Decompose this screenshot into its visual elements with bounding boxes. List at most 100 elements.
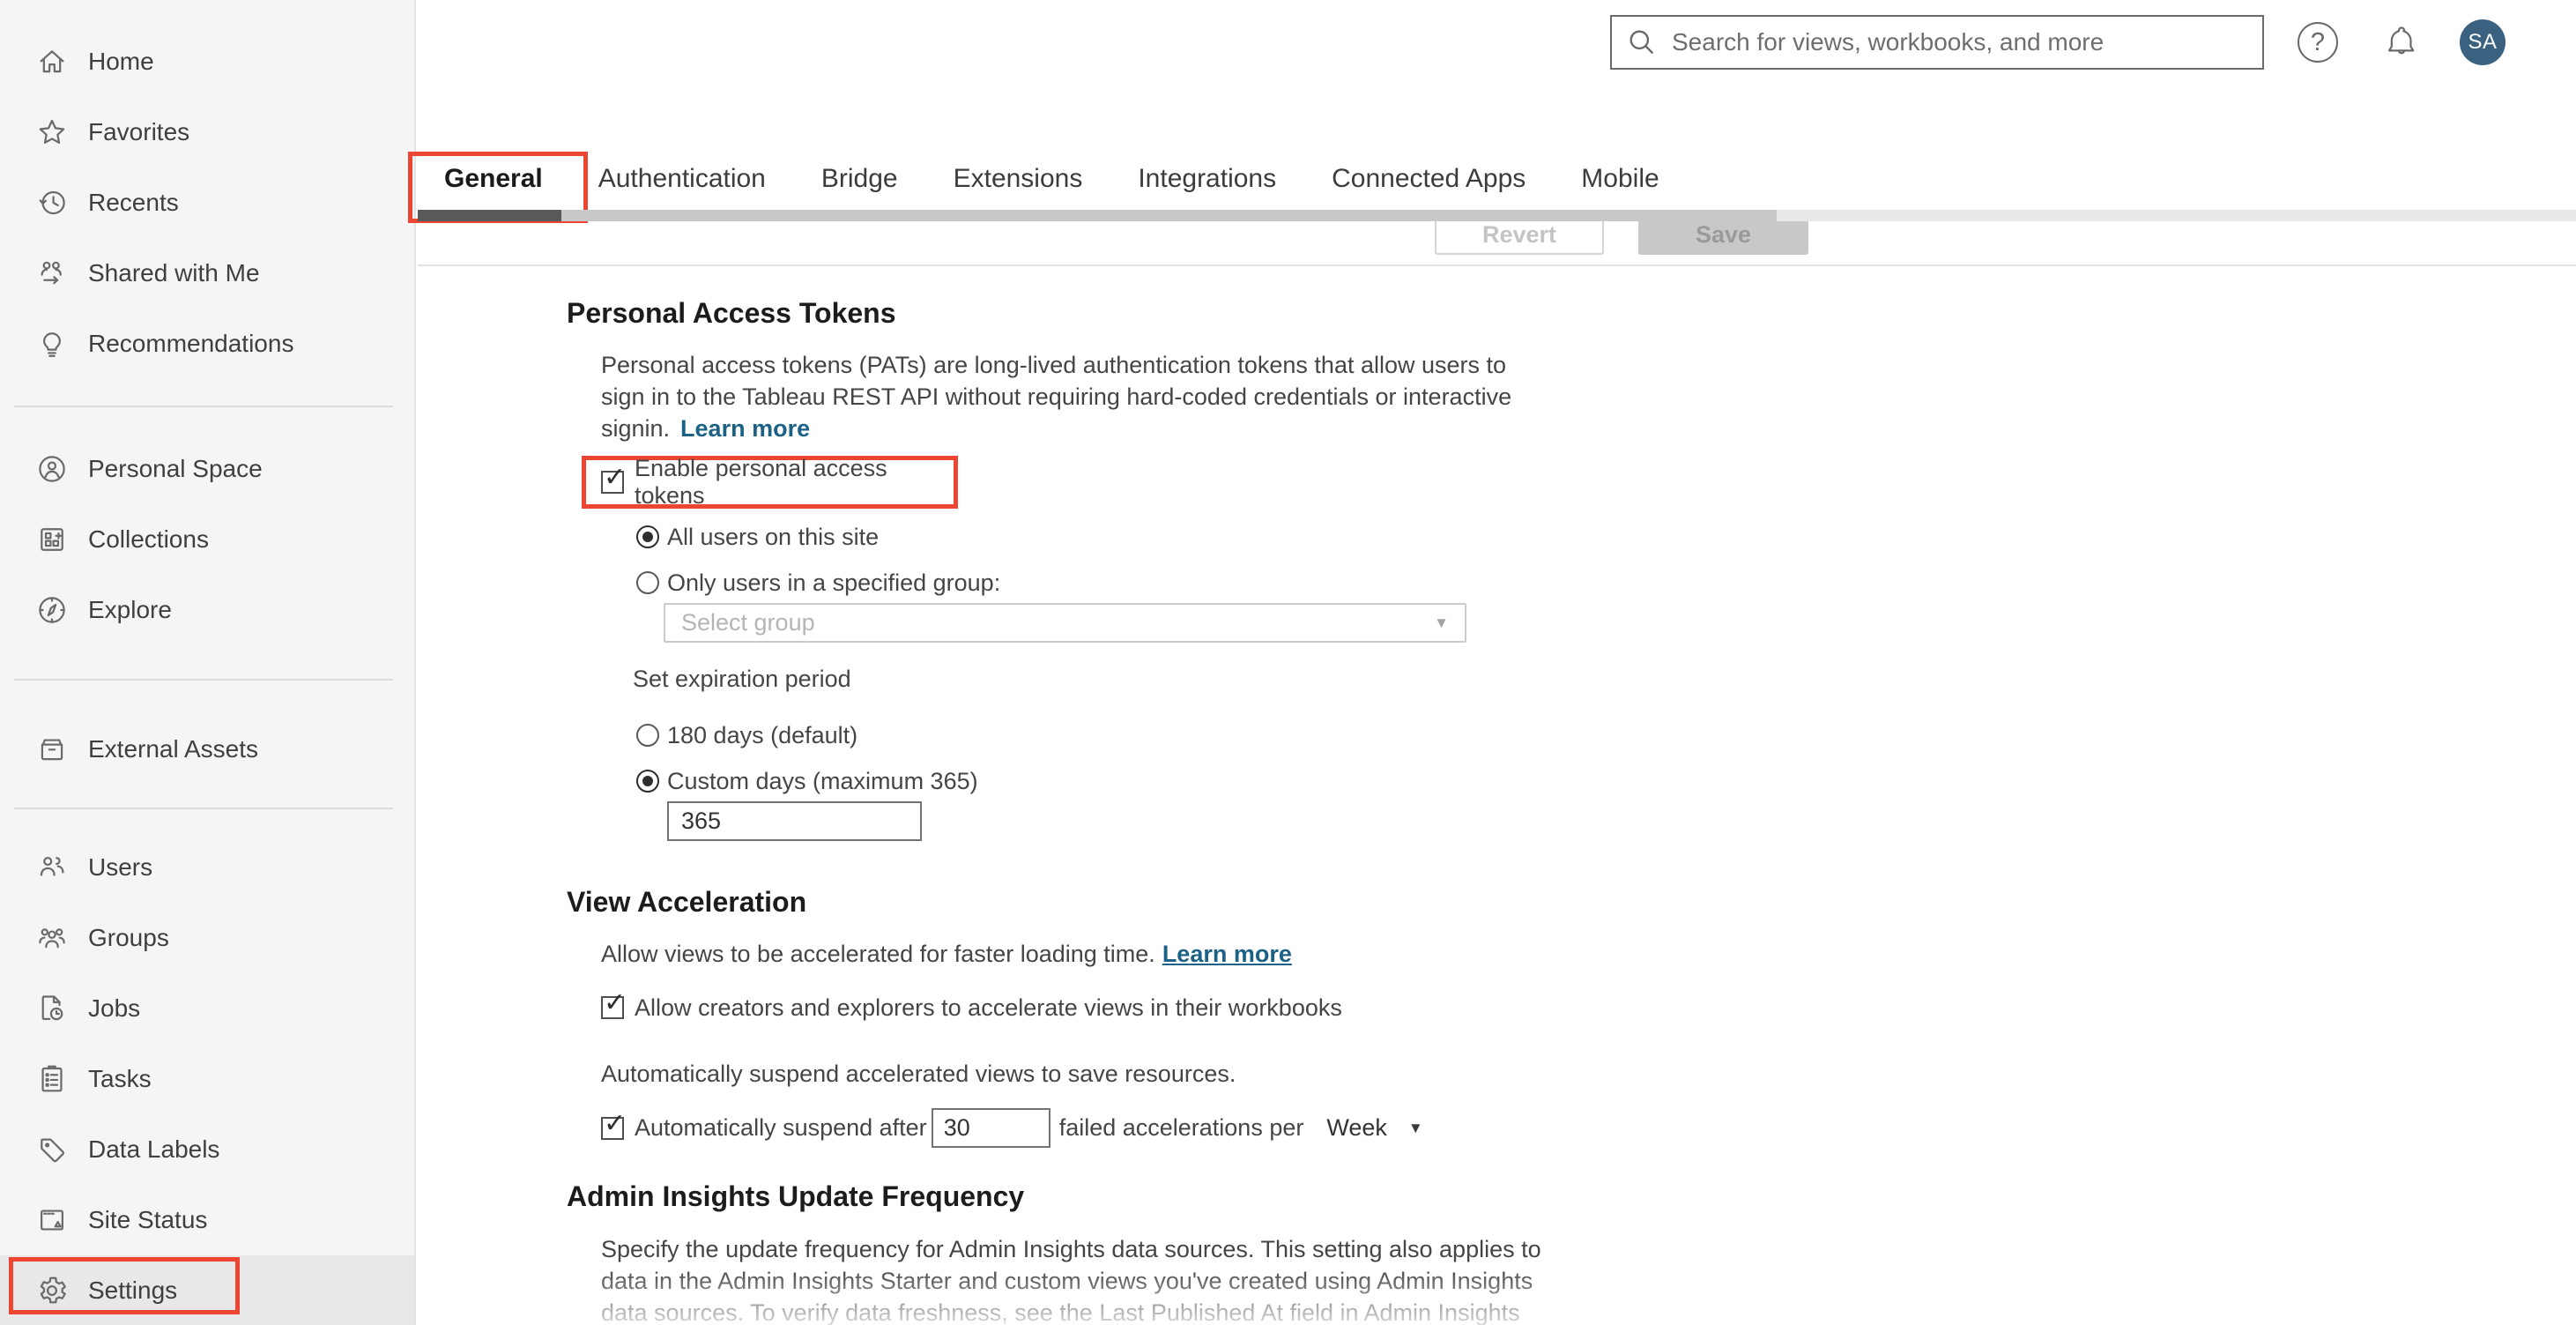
sidebar-item-collections[interactable]: Collections xyxy=(0,504,414,575)
suspend-note: Automatically suspend accelerated views … xyxy=(601,1061,1236,1087)
custom-days-input[interactable] xyxy=(667,801,922,841)
sidebar-divider xyxy=(14,679,393,681)
sidebar-item-recents[interactable]: Recents xyxy=(0,167,414,238)
notifications-button[interactable] xyxy=(2382,23,2421,62)
custom-days-input-wrap xyxy=(667,801,2576,841)
sidebar-item-label: Site Status xyxy=(88,1206,208,1233)
days-180-radio-row: 180 days (default) xyxy=(636,718,2576,753)
custom-days-label: Custom days (maximum 365) xyxy=(667,767,978,794)
sidebar-item-label: Groups xyxy=(88,924,169,951)
tableau-settings-page: Home Favorites Recents Shared with Me Re… xyxy=(0,0,2576,1325)
sidebar-item-home[interactable]: Home xyxy=(0,26,414,97)
auto-suspend-row: ✓ Automatically suspend after failed acc… xyxy=(601,1108,2576,1148)
sidebar-item-label: External Assets xyxy=(88,735,258,763)
expiration-period-label: Set expiration period xyxy=(633,666,851,692)
gear-icon xyxy=(40,1277,66,1304)
tab-integrations[interactable]: Integrations xyxy=(1138,150,1276,208)
sidebar-item-label: Recommendations xyxy=(88,330,294,357)
archive-box-icon xyxy=(41,739,63,761)
sidebar-item-label: Recents xyxy=(88,189,179,216)
help-button[interactable]: ? xyxy=(2298,22,2338,63)
sidebar-item-label: Explore xyxy=(88,596,172,623)
specified-group-radio[interactable] xyxy=(636,571,659,594)
document-clock-icon xyxy=(41,995,63,1021)
suspend-count-input[interactable] xyxy=(931,1108,1050,1148)
all-users-radio-row: All users on this site xyxy=(636,519,2576,555)
sidebar-item-label: Personal Space xyxy=(88,455,263,482)
avatar[interactable]: SA xyxy=(2460,19,2505,65)
tab-general[interactable]: General xyxy=(408,150,588,223)
days-180-radio[interactable] xyxy=(636,724,659,747)
tab-authentication[interactable]: Authentication xyxy=(598,150,766,208)
sidebar-item-favorites[interactable]: Favorites xyxy=(0,97,414,167)
sidebar-item-tasks[interactable]: Tasks xyxy=(0,1044,414,1114)
sidebar-item-groups[interactable]: Groups xyxy=(0,903,414,973)
bell-icon xyxy=(2387,26,2415,55)
select-group-placeholder: Select group xyxy=(681,609,815,636)
site-status-window-icon xyxy=(41,1210,63,1231)
admin-insights-section-title: Admin Insights Update Frequency xyxy=(567,1180,1025,1212)
tab-mobile[interactable]: Mobile xyxy=(1581,150,1659,208)
users-icon xyxy=(40,856,64,876)
chevron-down-icon: ▼ xyxy=(1407,1119,1423,1136)
sidebar-item-recommendations[interactable]: Recommendations xyxy=(0,309,414,379)
sidebar-item-site-status[interactable]: Site Status xyxy=(0,1185,414,1255)
auto-suspend-suffix: failed accelerations per xyxy=(1058,1114,1304,1141)
enable-pat-checkbox[interactable]: ✓ xyxy=(601,465,626,494)
sidebar-item-label: Settings xyxy=(88,1277,178,1304)
content-divider xyxy=(418,264,2576,266)
clipboard-list-icon xyxy=(41,1065,63,1092)
select-group-dropdown[interactable]: Select group ▼ xyxy=(664,603,1466,643)
avatar-initials: SA xyxy=(2468,30,2498,54)
shared-people-icon xyxy=(41,261,62,285)
enable-pat-label: Enable personal access tokens xyxy=(635,455,887,509)
tab-scrollbar-thumb[interactable] xyxy=(561,210,1777,221)
sidebar-item-settings[interactable]: Settings xyxy=(0,1255,414,1325)
custom-days-radio[interactable] xyxy=(636,770,659,793)
all-users-label: All users on this site xyxy=(667,523,880,550)
question-mark-icon: ? xyxy=(2310,27,2326,56)
view-accel-intro: Allow views to be accelerated for faster… xyxy=(601,941,1292,967)
sidebar-item-label: Favorites xyxy=(88,118,190,145)
sidebar-divider xyxy=(14,406,393,407)
auto-suspend-checkbox[interactable]: ✓ xyxy=(601,1110,626,1140)
pat-learn-more-link[interactable]: Learn more xyxy=(680,415,810,442)
sidebar-item-label: Jobs xyxy=(88,994,141,1022)
settings-tabs: General Authentication Bridge Extensions… xyxy=(408,150,2576,223)
custom-days-radio-row: Custom days (maximum 365) xyxy=(636,763,2576,799)
search-input[interactable] xyxy=(1670,27,2262,57)
checkmark-icon: ✓ xyxy=(604,463,627,492)
view-accel-section-title: View Acceleration xyxy=(567,886,807,918)
tab-extensions[interactable]: Extensions xyxy=(954,150,1083,208)
sidebar-item-jobs[interactable]: Jobs xyxy=(0,973,414,1044)
tab-connected-apps[interactable]: Connected Apps xyxy=(1332,150,1526,208)
sidebar-item-users[interactable]: Users xyxy=(0,832,414,903)
search-icon xyxy=(1629,30,1653,54)
compass-icon xyxy=(39,597,65,623)
period-value: Week xyxy=(1326,1114,1387,1141)
settings-content: Personal Access Tokens Personal access t… xyxy=(418,298,2576,1325)
pat-section-title: Personal Access Tokens xyxy=(567,297,896,329)
tab-scrollbar-track xyxy=(418,210,2576,221)
period-dropdown[interactable]: Week ▼ xyxy=(1326,1114,1422,1142)
star-icon xyxy=(39,119,65,144)
sidebar-item-external-assets[interactable]: External Assets xyxy=(0,714,414,785)
tab-bridge[interactable]: Bridge xyxy=(821,150,898,208)
groups-icon xyxy=(39,928,65,949)
all-users-radio[interactable] xyxy=(636,525,659,548)
sidebar-item-data-labels[interactable]: Data Labels xyxy=(0,1114,414,1185)
sidebar-item-label: Tasks xyxy=(88,1065,152,1092)
checkmark-icon: ✓ xyxy=(604,988,627,1017)
top-bar: ? SA xyxy=(418,0,2576,85)
sidebar-item-label: Collections xyxy=(88,525,209,553)
sidebar-item-personal-space[interactable]: Personal Space xyxy=(0,434,414,504)
checkmark-icon: ✓ xyxy=(604,1108,627,1138)
sidebar-item-label: Data Labels xyxy=(88,1135,220,1163)
allow-accel-label: Allow creators and explorers to accelera… xyxy=(635,994,1342,1021)
view-accel-learn-more-link[interactable]: Learn more xyxy=(1162,941,1292,967)
sidebar-item-explore[interactable]: Explore xyxy=(0,575,414,645)
sidebar: Home Favorites Recents Shared with Me Re… xyxy=(0,0,416,1325)
sidebar-item-label: Shared with Me xyxy=(88,259,260,287)
sidebar-item-shared-with-me[interactable]: Shared with Me xyxy=(0,238,414,309)
allow-accel-checkbox[interactable]: ✓ xyxy=(601,990,626,1019)
